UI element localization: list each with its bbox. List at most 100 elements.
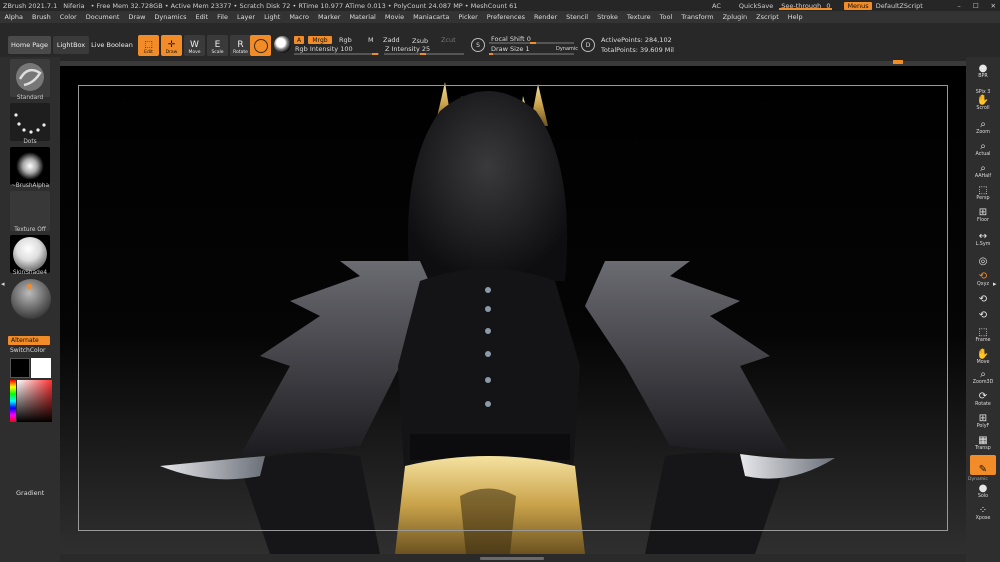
menu-edit[interactable]: Edit [191, 13, 213, 21]
actual-button[interactable]: ⌕ Actual [970, 137, 996, 157]
shelf-19-button[interactable]: ✎ [970, 455, 996, 475]
menu-material[interactable]: Material [345, 13, 380, 21]
polyf-button[interactable]: ⊞ PolyF [970, 409, 996, 429]
move-view-icon: ✋ [976, 349, 990, 360]
rgb-toggle[interactable]: Rgb [339, 36, 352, 44]
aahalf-button[interactable]: ⌕ AAHalf [970, 159, 996, 179]
minimize-icon[interactable]: – [957, 2, 960, 10]
l-sym-button[interactable]: ↔ L.Sym [970, 227, 996, 247]
lightbox-button[interactable]: LightBox [53, 36, 89, 54]
stroke-dots-button[interactable] [10, 103, 50, 141]
right-shelf: ● BPR SPix 3 ✋ Scroll ⌕ Zoom ⌕ Actual ⌕ AAHalf ⬚ Per… [966, 57, 1000, 562]
bottom-handle[interactable] [480, 557, 544, 560]
menu-preferences[interactable]: Preferences [482, 13, 529, 21]
default-zscript-button[interactable]: DefaultZScript [876, 2, 923, 10]
transp-button[interactable]: ▦ Transp [970, 431, 996, 451]
zoom3d-button[interactable]: ⌕ Zoom3D [970, 365, 996, 385]
zoom3d-icon: ⌕ [980, 369, 986, 380]
material-sphere-button[interactable] [250, 35, 271, 56]
menu-texture[interactable]: Texture [622, 13, 655, 21]
menu-light[interactable]: Light [260, 13, 285, 21]
menu-movie[interactable]: Movie [380, 13, 408, 21]
menu-dynamics[interactable]: Dynamics [150, 13, 191, 21]
menu-stencil[interactable]: Stencil [562, 13, 593, 21]
menu-transform[interactable]: Transform [677, 13, 718, 21]
material-button[interactable] [10, 235, 50, 273]
draw-size-slider[interactable]: Draw Size 1 [491, 45, 530, 53]
shelf-label: Actual [975, 152, 991, 157]
right-collapse-icon[interactable]: ▸ [993, 280, 999, 292]
menu-file[interactable]: File [213, 13, 233, 21]
close-icon[interactable]: ✕ [991, 2, 996, 10]
menu-color[interactable]: Color [55, 13, 81, 21]
menu-render[interactable]: Render [529, 13, 561, 21]
mrgb-toggle[interactable]: Mrgb [308, 36, 332, 44]
live-boolean-button[interactable]: Live Boolean [91, 36, 133, 54]
menu-macro[interactable]: Macro [285, 13, 314, 21]
menu-draw[interactable]: Draw [124, 13, 150, 21]
scale-tool-button[interactable]: E Scale [207, 35, 228, 56]
zsub-toggle[interactable]: Zsub [412, 37, 428, 45]
stroke-d-icon[interactable]: D [581, 38, 595, 52]
shelf-12-button[interactable]: ⟲ [970, 301, 996, 321]
menu-zscript[interactable]: Zscript [752, 13, 784, 21]
menu-help[interactable]: Help [783, 13, 807, 21]
maximize-icon[interactable]: ☐ [973, 2, 979, 10]
shelf-label: Transp [975, 446, 991, 451]
frame-button[interactable]: ⬚ Frame [970, 323, 996, 343]
menu-maniacarta[interactable]: Maniacarta [409, 13, 454, 21]
shelf-label: Persp [976, 196, 990, 201]
menu-stroke[interactable]: Stroke [593, 13, 623, 21]
m-toggle[interactable]: M [368, 36, 374, 44]
left-collapse-icon[interactable]: ◂ [1, 280, 7, 292]
zadd-toggle[interactable]: Zadd [383, 36, 400, 44]
switch-color-button[interactable]: SwitchColor [10, 347, 46, 354]
draw-tool-button[interactable]: ✛ Draw [161, 35, 182, 56]
menu-tool[interactable]: Tool [655, 13, 677, 21]
shade-mode-icon[interactable] [274, 36, 291, 53]
solo-button[interactable]: ● Solo [970, 479, 996, 499]
matcap-sphere-icon[interactable] [11, 279, 51, 319]
home-page-button[interactable]: Home Page [8, 36, 51, 54]
rotate-button[interactable]: ⟳ Rotate [970, 387, 996, 407]
saturation-square[interactable] [17, 380, 52, 422]
quicksave-button[interactable]: QuickSave [739, 2, 773, 10]
alternate-toggle[interactable]: Alternate [8, 336, 50, 345]
gradient-toggle[interactable]: Gradient [16, 489, 44, 497]
menu-picker[interactable]: Picker [454, 13, 482, 21]
move-tool-button[interactable]: W Move [184, 35, 205, 56]
canvas-viewport[interactable] [60, 66, 966, 554]
brush-standard-button[interactable] [10, 59, 50, 97]
menu-document[interactable]: Document [81, 13, 124, 21]
zoom-button[interactable]: ⌕ Zoom [970, 115, 996, 135]
rgb-intensity-slider[interactable]: Rgb Intensity 100 [295, 45, 353, 53]
menu-brush[interactable]: Brush [27, 13, 55, 21]
main-color-swatch[interactable] [10, 358, 30, 378]
menu-alpha[interactable]: Alpha [0, 13, 27, 21]
menu-zplugin[interactable]: Zplugin [718, 13, 752, 21]
move-button[interactable]: ✋ Move [970, 345, 996, 365]
xpose-button[interactable]: ⁘ Xpose [970, 501, 996, 521]
menu-marker[interactable]: Marker [313, 13, 344, 21]
z-intensity-slider[interactable]: Z Intensity 25 [385, 45, 430, 53]
dynamic-toggle[interactable]: Dynamic [556, 46, 578, 52]
scroll-button[interactable]: ✋ Scroll [970, 91, 996, 111]
secondary-color-swatch[interactable] [31, 358, 51, 378]
zcut-toggle[interactable]: Zcut [441, 36, 456, 44]
menus-button[interactable]: Menus [844, 1, 872, 10]
edit-tool-button[interactable]: ⬚ Edit [138, 35, 159, 56]
persp-button[interactable]: ⬚ Persp [970, 181, 996, 201]
rotate-tool-button[interactable]: R Rotate [230, 35, 251, 56]
rgb-intensity-fill [372, 53, 378, 55]
stroke-s-icon[interactable]: S [471, 38, 485, 52]
floor-button[interactable]: ⊞ Floor [970, 203, 996, 223]
color-picker[interactable] [10, 380, 52, 422]
texture-button[interactable] [10, 191, 50, 231]
shelf-9-button[interactable]: ◎ [970, 247, 996, 267]
a-toggle[interactable]: A [294, 36, 304, 44]
hue-strip[interactable] [10, 380, 16, 422]
see-through-value: 0 [826, 1, 831, 10]
alpha-button[interactable] [10, 147, 50, 185]
see-through-slider[interactable]: See-through 0 [777, 2, 834, 10]
menu-layer[interactable]: Layer [232, 13, 259, 21]
